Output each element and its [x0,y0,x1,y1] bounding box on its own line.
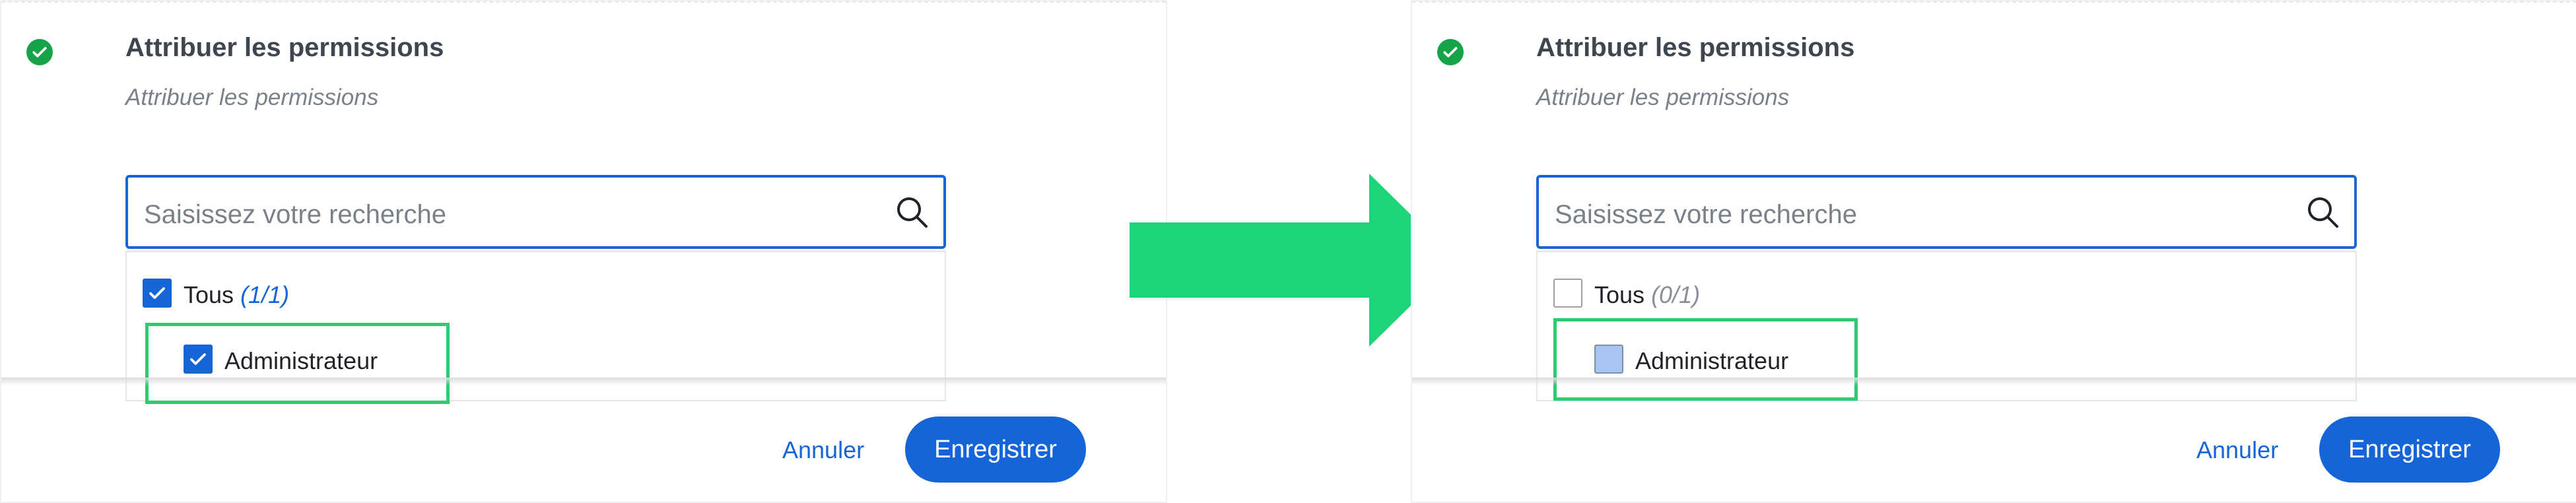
success-check-icon [1437,39,1464,65]
save-button[interactable]: Enregistrer [905,417,1086,483]
search-placeholder: Saisissez votre recherche [1555,200,1857,229]
select-all-row[interactable]: Tous (0/1) [1594,281,1700,309]
section-subtitle: Attribuer les permissions [125,84,379,110]
search-input[interactable]: Saisissez votre recherche [1536,175,2357,249]
save-button[interactable]: Enregistrer [2319,417,2500,483]
select-all-label: Tous [184,281,234,308]
section-title: Attribuer les permissions [125,33,444,62]
top-divider [1,1,1166,7]
highlight-box [145,323,450,404]
select-all-label: Tous [1594,281,1645,308]
search-icon[interactable] [893,193,930,230]
selection-count: (1/1) [240,281,290,308]
checkmark-icon [149,287,165,299]
search-placeholder: Saisissez votre recherche [144,200,446,229]
cancel-button[interactable]: Annuler [2196,436,2278,464]
select-all-checkbox[interactable] [143,279,172,308]
success-check-icon [26,39,53,65]
search-icon[interactable] [2304,193,2341,230]
right-arrow-icon [1130,174,1457,347]
before-panel: Attribuer les permissions Attribuer les … [0,0,1167,503]
section-subtitle: Attribuer les permissions [1536,84,1790,110]
search-input[interactable]: Saisissez votre recherche [125,175,946,249]
select-all-checkbox[interactable] [1553,279,1582,308]
selection-count: (0/1) [1651,281,1701,308]
top-divider [1412,1,2576,7]
select-all-row[interactable]: Tous (1/1) [184,281,289,309]
footer-divider [1,378,1166,386]
footer-divider [1412,378,2576,386]
highlight-box [1553,318,1858,401]
cancel-button[interactable]: Annuler [782,436,864,464]
section-title: Attribuer les permissions [1536,33,1855,62]
after-panel: Attribuer les permissions Attribuer les … [1411,0,2576,503]
